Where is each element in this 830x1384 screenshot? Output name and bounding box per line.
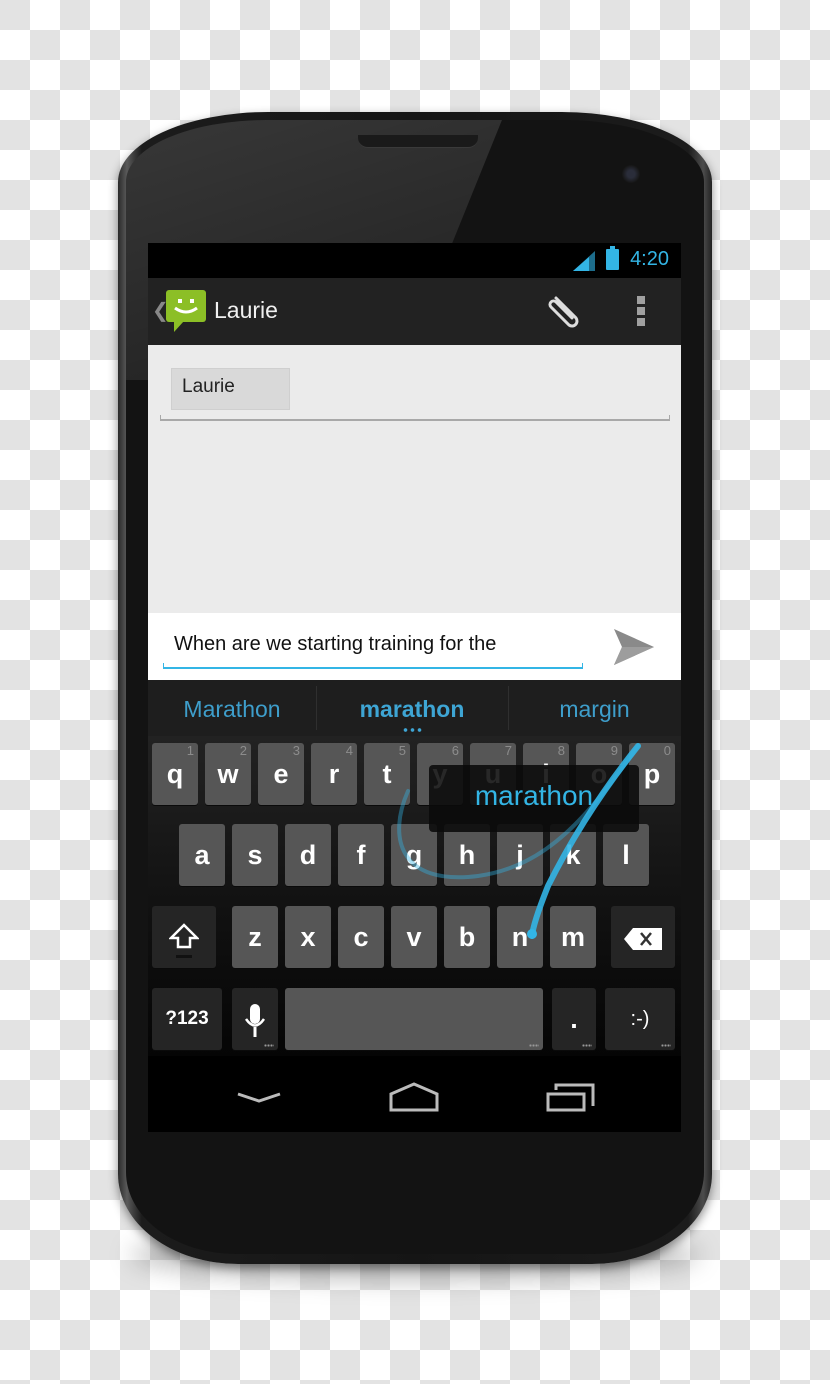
shift-icon	[167, 923, 201, 958]
key-x[interactable]: x	[285, 906, 331, 968]
key-hint: 4	[345, 743, 353, 758]
smiley-key[interactable]: :-)	[605, 988, 675, 1050]
key-label: r	[328, 759, 340, 789]
key-k[interactable]: k	[550, 824, 596, 886]
key-hint: 8	[557, 743, 565, 758]
key-z[interactable]: z	[232, 906, 278, 968]
navigation-bar	[148, 1056, 681, 1132]
key-t[interactable]: 5t	[364, 743, 410, 805]
key-j[interactable]: j	[497, 824, 543, 886]
home-icon[interactable]	[379, 1074, 449, 1116]
microphone-icon	[244, 1003, 266, 1037]
backspace-icon	[624, 927, 662, 950]
compose-area: Laurie	[148, 345, 681, 613]
key-v[interactable]: v	[391, 906, 437, 968]
key-hint: 1	[186, 743, 194, 758]
key-hint: 6	[451, 743, 459, 758]
key-hint: 3	[292, 743, 300, 758]
message-bar: When are we starting training for the	[148, 613, 681, 680]
more-keys-indicator	[529, 1044, 539, 1047]
shift-key[interactable]	[152, 906, 216, 968]
key-hint: 2	[239, 743, 247, 758]
key-label: q	[166, 759, 184, 789]
key-q[interactable]: 1q	[152, 743, 198, 805]
key-m[interactable]: m	[550, 906, 596, 968]
key-hint: 0	[663, 743, 671, 758]
key-a[interactable]: a	[179, 824, 225, 886]
key-r[interactable]: 4r	[311, 743, 357, 805]
more-keys-indicator	[264, 1044, 274, 1047]
key-l[interactable]: l	[603, 824, 649, 886]
earpiece-speaker	[358, 135, 478, 148]
symbols-key[interactable]: ?123	[152, 988, 222, 1050]
gesture-preview-popup: marathon	[429, 765, 639, 832]
space-bar[interactable]	[285, 988, 543, 1050]
key-hint: 7	[504, 743, 512, 758]
recipient-chip[interactable]: Laurie	[171, 368, 290, 410]
status-time: 4:20	[630, 248, 669, 270]
key-n[interactable]: n	[497, 906, 543, 968]
paperclip-icon[interactable]	[544, 292, 584, 332]
key-label: p	[643, 759, 661, 789]
signal-icon	[573, 251, 595, 271]
key-e[interactable]: 3e	[258, 743, 304, 805]
recent-apps-icon[interactable]	[536, 1074, 606, 1116]
key-f[interactable]: f	[338, 824, 384, 886]
key-g[interactable]: g	[391, 824, 437, 886]
keyboard: 1q 2w 3e 4r 5t 6y 7u 8i 9o 0p a s d f g …	[148, 736, 681, 1056]
key-h[interactable]: h	[444, 824, 490, 886]
front-camera	[622, 165, 640, 183]
conversation-title: Laurie	[214, 297, 278, 323]
phone-screen: 4:20 ❮ Laurie Laurie When are we startin…	[148, 243, 681, 1132]
suggestion-item[interactable]: margin	[508, 680, 681, 736]
recipient-field-underline[interactable]	[160, 415, 670, 421]
more-suggestions-icon[interactable]	[402, 728, 422, 732]
key-c[interactable]: c	[338, 906, 384, 968]
more-keys-indicator	[582, 1044, 592, 1047]
suggestion-item[interactable]: Marathon	[148, 680, 316, 736]
message-input-underline	[163, 663, 583, 669]
key-hint: 9	[610, 743, 618, 758]
nav-back-icon[interactable]	[224, 1074, 294, 1116]
key-label: t	[382, 759, 392, 789]
key-d[interactable]: d	[285, 824, 331, 886]
key-w[interactable]: 2w	[205, 743, 251, 805]
overflow-menu-icon[interactable]	[634, 296, 648, 328]
smiley-label: :-)	[630, 1008, 650, 1030]
key-s[interactable]: s	[232, 824, 278, 886]
message-input[interactable]: When are we starting training for the	[164, 627, 580, 661]
status-bar: 4:20	[148, 243, 681, 278]
more-keys-indicator	[661, 1044, 671, 1047]
period-label: .	[570, 1004, 578, 1034]
battery-icon	[606, 246, 619, 270]
mic-key[interactable]	[232, 988, 278, 1050]
period-key[interactable]: .	[552, 988, 596, 1050]
key-hint: 5	[398, 743, 406, 758]
suggestion-strip: Marathon marathon margin	[148, 680, 681, 736]
backspace-key[interactable]	[611, 906, 675, 968]
key-label: e	[273, 759, 289, 789]
action-bar: ❮ Laurie	[148, 278, 681, 345]
key-b[interactable]: b	[444, 906, 490, 968]
messaging-icon[interactable]	[166, 290, 206, 332]
key-label: w	[217, 759, 239, 789]
send-icon[interactable]	[612, 627, 656, 667]
